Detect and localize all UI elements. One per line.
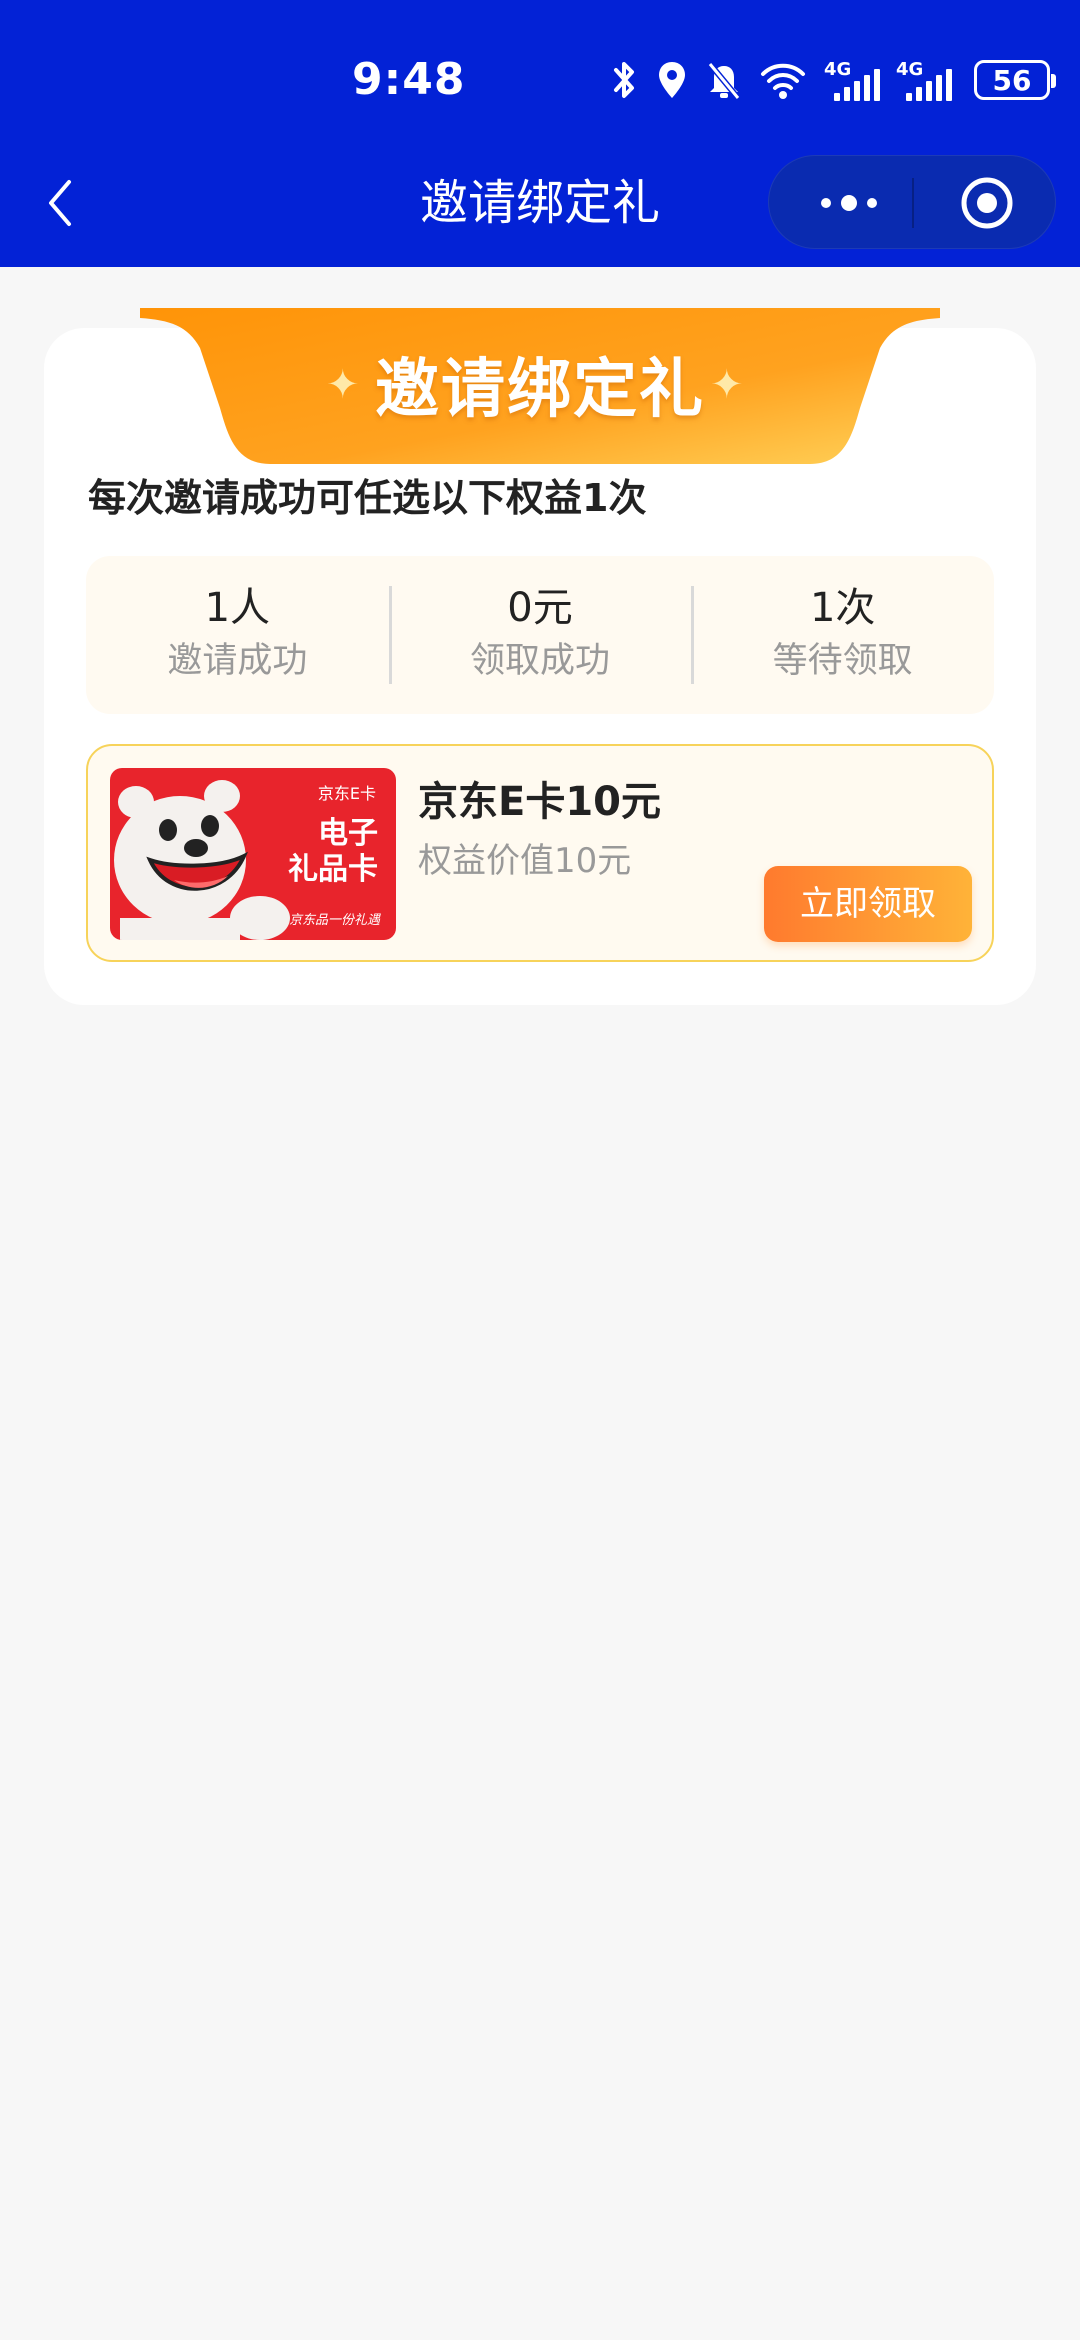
stat-label: 邀请成功 xyxy=(167,641,308,681)
reward-item[interactable]: 京东E卡 电子 礼品卡 京东品一份礼遇 京东E卡10元 权益价值10元 立即领取 xyxy=(86,744,994,962)
mini-program-capsule xyxy=(768,155,1056,249)
stat-value: 1人 xyxy=(204,585,271,631)
gift-card-heading: 电子 礼品卡 xyxy=(288,816,378,888)
wifi-icon xyxy=(761,63,805,99)
invite-stats: 1人 邀请成功 0元 领取成功 1次 等待领取 xyxy=(86,556,994,714)
sparkle-icon-right: ✦ xyxy=(710,362,744,408)
reward-title: 京东E卡10元 xyxy=(418,779,661,825)
status-icons: 4G 4G 56 xyxy=(610,52,1056,108)
app-header: 9:48 4G 4G 56 邀请绑定礼 xyxy=(0,0,1080,267)
reward-value: 权益价值10元 xyxy=(418,841,632,881)
claim-now-button[interactable]: 立即领取 xyxy=(764,866,972,942)
signal-icon: 4G xyxy=(824,57,880,103)
gift-card-slogan: 京东品一份礼遇 xyxy=(288,913,380,928)
battery-level: 56 xyxy=(992,63,1032,97)
gift-card-line1: 电子 xyxy=(318,816,378,851)
more-dots-icon xyxy=(821,198,831,208)
stat-value: 1次 xyxy=(809,585,876,631)
joy-mascot-icon xyxy=(114,780,290,940)
target-close-icon[interactable] xyxy=(959,175,1015,231)
sparkle-icon-left: ✦ xyxy=(326,362,360,408)
stat-pending: 1次 等待领取 xyxy=(691,556,994,714)
stat-claimed: 0元 领取成功 xyxy=(388,556,692,714)
signal-icon-2: 4G xyxy=(896,57,952,103)
status-time: 9:48 xyxy=(352,54,466,105)
more-button[interactable] xyxy=(809,156,889,250)
gift-card-line2: 礼品卡 xyxy=(288,852,378,887)
bell-muted-icon xyxy=(707,62,741,100)
bluetooth-icon xyxy=(614,62,634,98)
jd-gift-card-image: 京东E卡 电子 礼品卡 京东品一份礼遇 xyxy=(110,768,396,940)
benefit-description: 每次邀请成功可任选以下权益1次 xyxy=(88,476,647,520)
gift-card-brand: 京东E卡 xyxy=(317,784,376,803)
stat-label: 等待领取 xyxy=(772,641,913,681)
stat-invited: 1人 邀请成功 xyxy=(86,556,389,714)
location-icon xyxy=(659,62,685,98)
banner-title: 邀请绑定礼 xyxy=(375,353,705,427)
battery-icon: 56 xyxy=(974,60,1056,100)
stat-value: 0元 xyxy=(507,585,573,631)
capsule-divider xyxy=(912,178,914,228)
stat-label: 领取成功 xyxy=(470,641,611,681)
